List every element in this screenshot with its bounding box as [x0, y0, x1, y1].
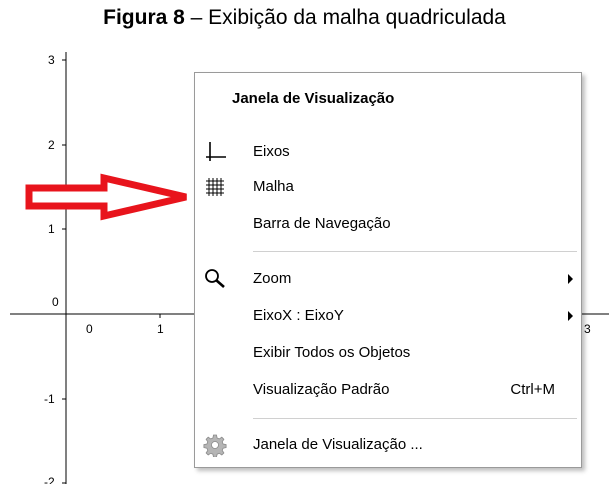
menu-item-janela-visualizacao-settings[interactable]: Janela de Visualização ...: [195, 430, 581, 460]
menu-item-label: Barra de Navegação: [253, 215, 391, 232]
menu-item-label: Eixos: [253, 143, 290, 160]
menu-item-label: Malha: [253, 178, 294, 195]
axes-icon: [203, 140, 227, 164]
menu-item-label: Janela de Visualização ...: [253, 436, 423, 453]
y-tick-label: 0: [52, 295, 59, 309]
menu-item-barra-navegacao[interactable]: Barra de Navegação: [195, 209, 581, 239]
grid-icon: [203, 175, 227, 199]
context-menu: Janela de Visualização Eixos Malha Barra…: [194, 72, 582, 468]
menu-separator: [253, 418, 577, 419]
menu-item-label: Exibir Todos os Objetos: [253, 344, 411, 361]
menu-item-label: Visualização Padrão: [253, 381, 390, 398]
submenu-arrow-icon: [568, 274, 573, 284]
submenu-arrow-icon: [568, 311, 573, 321]
y-tick-label: -1: [44, 392, 55, 406]
gear-icon: [203, 433, 227, 458]
menu-item-exibir-todos[interactable]: Exibir Todos os Objetos: [195, 338, 581, 368]
menu-separator: [253, 251, 577, 252]
x-tick-label: 0: [86, 322, 93, 336]
menu-item-malha[interactable]: Malha: [195, 172, 581, 202]
y-tick-label: 2: [48, 138, 55, 152]
menu-item-zoom[interactable]: Zoom: [195, 264, 581, 294]
y-tick-label: 3: [48, 53, 55, 67]
menu-item-shortcut: Ctrl+M: [510, 381, 555, 398]
menu-item-eixox-eixoy[interactable]: EixoX : EixoY: [195, 301, 581, 331]
menu-item-visualizacao-padrao[interactable]: Visualização Padrão Ctrl+M: [195, 375, 581, 405]
x-tick-label: 3: [584, 322, 591, 336]
menu-item-eixos[interactable]: Eixos: [195, 137, 581, 167]
menu-title: Janela de Visualização: [232, 90, 395, 107]
red-arrow-annotation: [25, 173, 187, 221]
x-tick-label: 1: [157, 322, 164, 336]
y-tick-label: -2: [44, 475, 55, 484]
y-tick-label: 1: [48, 222, 55, 236]
magnifier-icon: [203, 267, 227, 291]
menu-item-label: Zoom: [253, 270, 292, 287]
menu-item-label: EixoX : EixoY: [253, 307, 344, 324]
